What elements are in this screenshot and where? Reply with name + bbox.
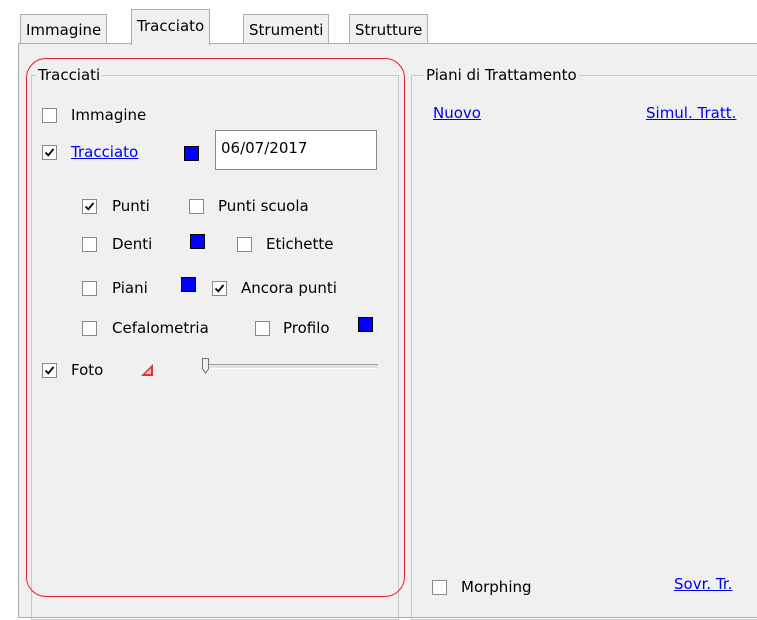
punti-checkbox[interactable]: [82, 199, 97, 214]
denti-color-swatch[interactable]: [190, 234, 205, 249]
tab-immagine[interactable]: Immagine: [20, 14, 108, 44]
tab-strutture-label: Strutture: [355, 21, 423, 39]
piani-trattamento-group: [411, 75, 757, 620]
tab-tracciato[interactable]: Tracciato: [131, 9, 211, 45]
profilo-label: Profilo: [283, 319, 330, 337]
punti-label: Punti: [112, 197, 150, 215]
punti-scuola-checkbox[interactable]: [189, 199, 204, 214]
foto-checkbox[interactable]: [42, 363, 57, 378]
morphing-label: Morphing: [461, 578, 532, 596]
piani-trattamento-title: Piani di Trattamento: [424, 66, 579, 84]
cefalometria-label: Cefalometria: [112, 319, 209, 337]
etichette-checkbox[interactable]: [237, 237, 252, 252]
nuovo-link[interactable]: Nuovo: [433, 103, 481, 123]
etichette-label: Etichette: [266, 235, 334, 253]
ancora-punti-label: Ancora punti: [241, 279, 337, 297]
immagine-label: Immagine: [71, 106, 147, 124]
tab-strumenti[interactable]: Strumenti: [243, 14, 330, 44]
morphing-checkbox[interactable]: [432, 580, 447, 595]
check-icon: [44, 366, 55, 375]
tab-tracciato-label: Tracciato: [137, 17, 205, 35]
foto-label: Foto: [71, 361, 104, 379]
ancora-punti-checkbox[interactable]: [212, 281, 227, 296]
piani-label: Piani: [112, 279, 148, 297]
sovr-tr-link[interactable]: Sovr. Tr.: [674, 574, 732, 594]
simul-tratt-link[interactable]: Simul. Tratt.: [646, 103, 736, 123]
immagine-checkbox[interactable]: [42, 108, 57, 123]
profilo-color-swatch[interactable]: [358, 317, 373, 332]
tab-immagine-label: Immagine: [26, 21, 102, 39]
foto-slider-thumb[interactable]: [202, 358, 209, 374]
tracciato-link[interactable]: Tracciato: [71, 142, 138, 162]
tracciato-checkbox[interactable]: [42, 145, 57, 160]
denti-label: Denti: [112, 235, 153, 253]
tracciato-color-swatch[interactable]: [184, 146, 199, 161]
punti-scuola-label: Punti scuola: [218, 197, 309, 215]
tracciato-date-field[interactable]: 06/07/2017: [215, 130, 377, 170]
profilo-checkbox[interactable]: [255, 321, 270, 336]
piani-checkbox[interactable]: [82, 281, 97, 296]
tracciati-group-title: Tracciati: [36, 66, 103, 84]
piani-color-swatch[interactable]: [181, 277, 196, 292]
foto-slider-track[interactable]: [202, 364, 378, 369]
check-icon: [44, 148, 55, 157]
tab-panel-tracciato: Tracciati Immagine Tracciato 06/07/2017 …: [18, 43, 757, 620]
check-icon: [214, 284, 225, 293]
tab-strutture[interactable]: Strutture: [349, 14, 429, 44]
check-icon: [84, 202, 95, 211]
eraser-icon[interactable]: [139, 362, 155, 382]
denti-checkbox[interactable]: [82, 237, 97, 252]
cefalometria-checkbox[interactable]: [82, 321, 97, 336]
tab-strumenti-label: Strumenti: [249, 21, 324, 39]
